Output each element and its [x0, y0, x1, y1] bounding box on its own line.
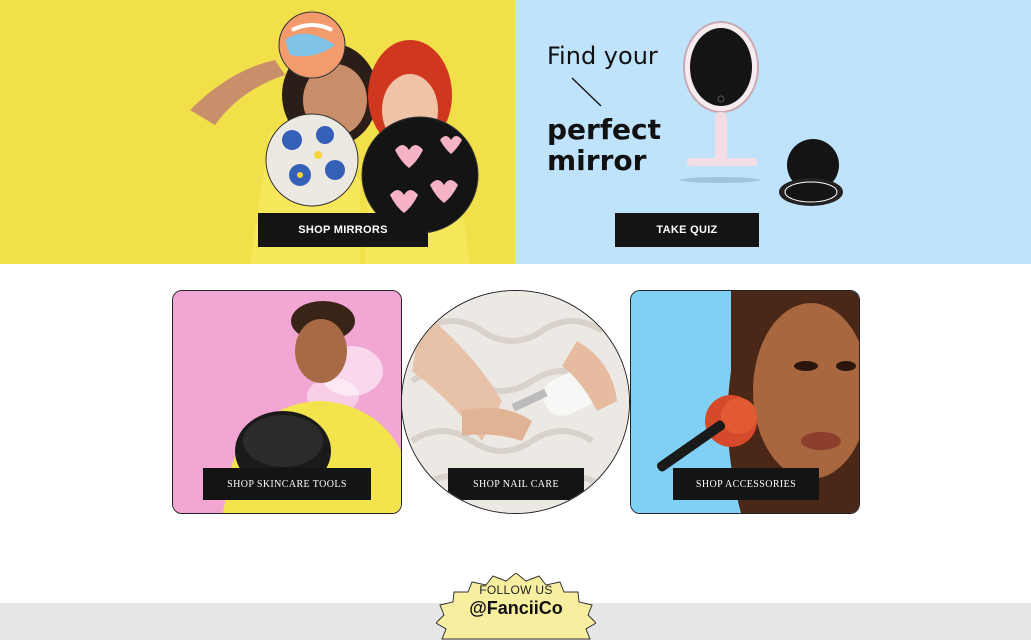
shop-skincare-tools-button[interactable]: SHOP SKINCARE TOOLS	[203, 468, 371, 500]
headline-perfect: perfect	[547, 113, 661, 146]
hero-section: SHOP MIRRORS TAKE QUIZ Find your perfect…	[0, 0, 1031, 264]
card-skincare-tools[interactable]: SHOP SKINCARE TOOLS	[172, 290, 402, 514]
take-quiz-button[interactable]: TAKE QUIZ	[615, 213, 759, 247]
card-accessories[interactable]: SHOP ACCESSORIES	[630, 290, 860, 514]
take-quiz-label: TAKE QUIZ	[656, 224, 718, 236]
shop-skincare-tools-label: SHOP SKINCARE TOOLS	[227, 478, 347, 490]
shop-nail-care-button[interactable]: SHOP NAIL CARE	[448, 468, 584, 500]
shop-accessories-button[interactable]: SHOP ACCESSORIES	[673, 468, 819, 500]
social-handle-link[interactable]: @FanciiCo	[436, 598, 596, 619]
shop-mirrors-button[interactable]: SHOP MIRRORS	[258, 213, 428, 247]
headline-mirror: mirror	[547, 144, 647, 177]
headline-find-your: Find your	[547, 42, 658, 70]
headline-perfect-mirror: perfect mirror	[547, 114, 661, 176]
shop-nail-care-label: SHOP NAIL CARE	[473, 478, 559, 490]
follow-us-label: FOLLOW US	[479, 583, 553, 597]
category-cards: SHOP SKINCARE TOOLS SHOP NAIL CARE SHOP …	[0, 290, 1031, 515]
card-nail-care[interactable]: SHOP NAIL CARE	[401, 290, 630, 514]
hero-mirrors-banner[interactable]: SHOP MIRRORS	[0, 0, 515, 264]
shop-accessories-label: SHOP ACCESSORIES	[695, 478, 797, 490]
shop-mirrors-label: SHOP MIRRORS	[298, 224, 388, 236]
